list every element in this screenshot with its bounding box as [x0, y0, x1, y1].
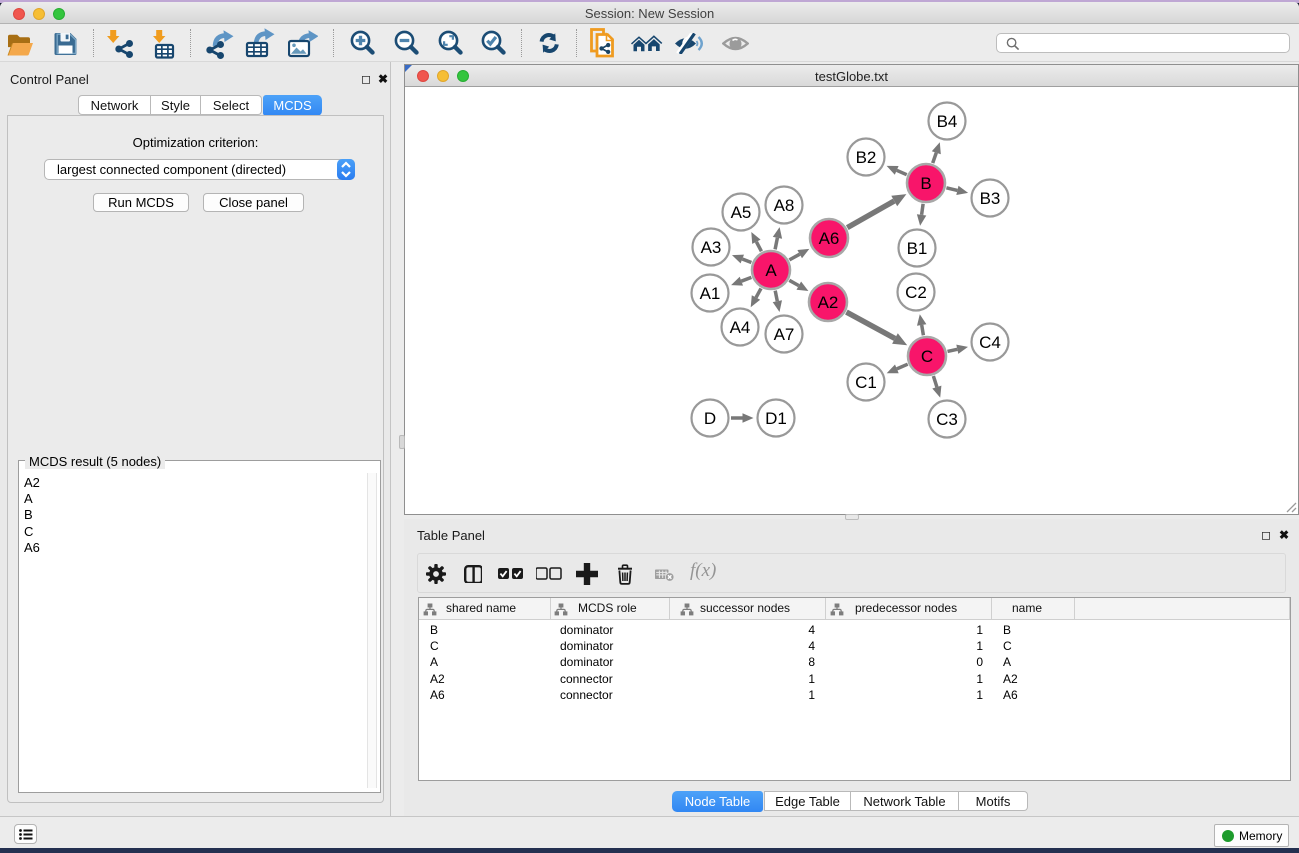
svg-text:C1: C1: [855, 373, 877, 392]
svg-text:B2: B2: [856, 148, 877, 167]
svg-text:C4: C4: [979, 333, 1001, 352]
svg-text:B4: B4: [937, 112, 958, 131]
svg-text:D: D: [704, 409, 716, 428]
svg-text:A7: A7: [774, 325, 795, 344]
svg-text:B: B: [920, 174, 931, 193]
svg-text:A5: A5: [731, 203, 752, 222]
svg-text:B3: B3: [980, 189, 1001, 208]
svg-text:A1: A1: [700, 284, 721, 303]
svg-text:A6: A6: [819, 229, 840, 248]
svg-text:A2: A2: [818, 293, 839, 312]
svg-text:C2: C2: [905, 283, 927, 302]
svg-text:A3: A3: [701, 238, 722, 257]
svg-text:C3: C3: [936, 410, 958, 429]
svg-text:B1: B1: [907, 239, 928, 258]
svg-text:A: A: [765, 261, 777, 280]
svg-text:C: C: [921, 347, 933, 366]
svg-text:A8: A8: [774, 196, 795, 215]
svg-text:D1: D1: [765, 409, 787, 428]
svg-text:A4: A4: [730, 318, 751, 337]
